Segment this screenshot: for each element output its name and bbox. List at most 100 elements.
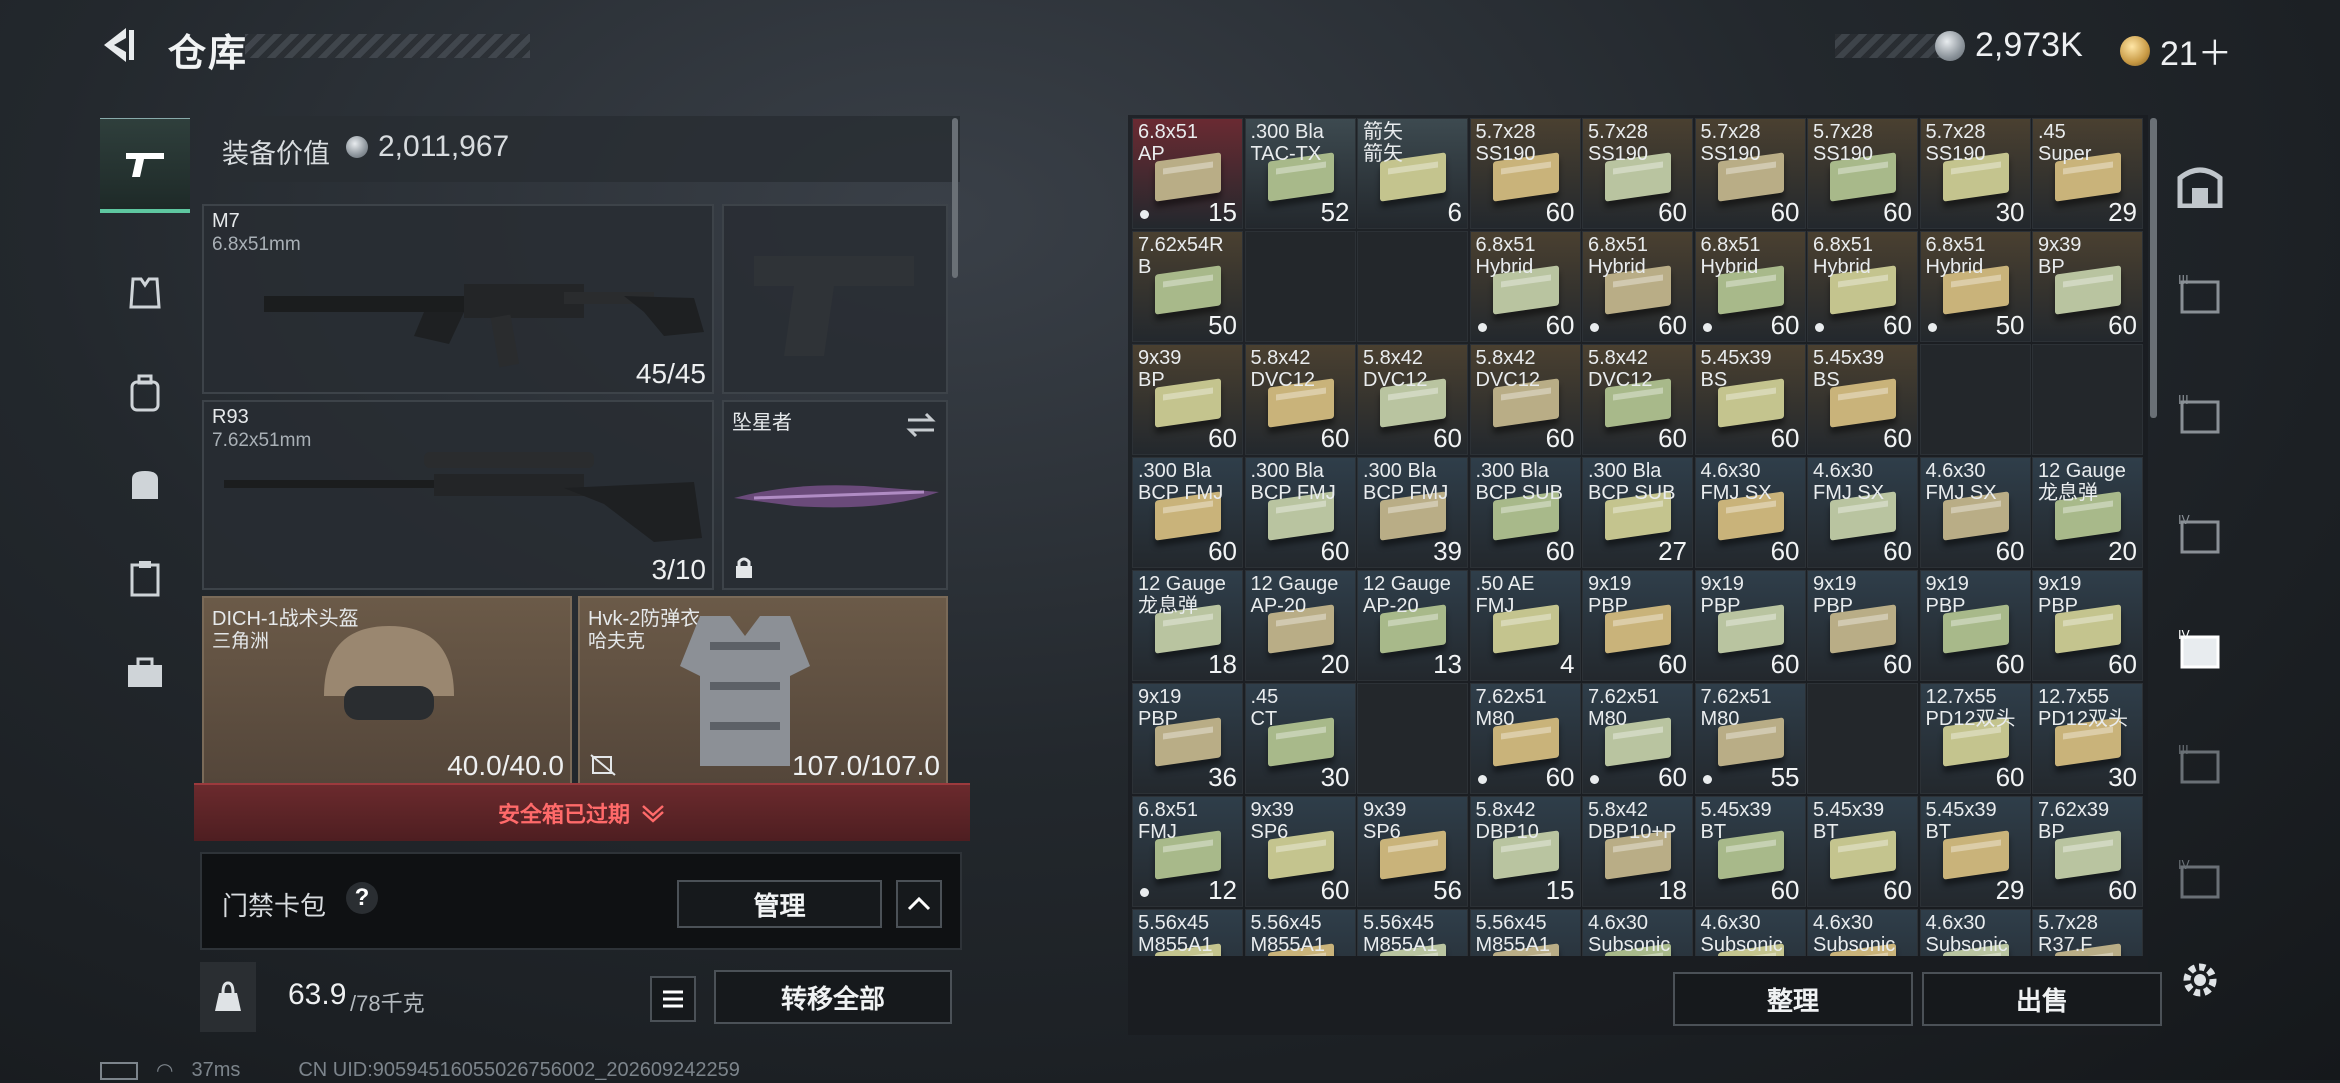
left-scrollbar[interactable] [952, 118, 958, 278]
inventory-item[interactable]: 箭矢 箭矢 6 [1357, 118, 1468, 229]
inventory-item[interactable]: .50 AE FMJ 4 [1469, 570, 1581, 681]
tab-container-4a[interactable]: IV [2170, 505, 2230, 565]
inventory-item[interactable]: 5.45x39 BS 60 [1694, 344, 1806, 455]
tab-container-3c[interactable]: III [2170, 735, 2230, 795]
inventory-item[interactable]: 9x19 PBP 60 [1807, 570, 1918, 681]
inventory-item[interactable]: 9x19 PBP 60 [2032, 570, 2143, 681]
inventory-item[interactable]: 5.8x42 DBP10 15 [1469, 796, 1581, 907]
inventory-item[interactable]: 7.62x51 M80 60 [1582, 683, 1693, 794]
inventory-item[interactable]: 5.7x28 SS190 60 [1807, 118, 1918, 229]
tab-backpack[interactable] [100, 348, 190, 438]
inventory-item[interactable]: 5.8x42 DVC12 60 [1582, 344, 1693, 455]
tab-container-3b[interactable]: III [2170, 385, 2230, 445]
inventory-item[interactable]: 5.7x28 SS190 30 [1919, 118, 2031, 229]
inventory-scrollbar[interactable] [2150, 118, 2157, 418]
empty-slot[interactable] [2032, 344, 2143, 455]
inventory-item[interactable]: 4.6x30 FMJ SX 60 [1807, 457, 1918, 568]
empty-slot[interactable] [1357, 231, 1468, 342]
inventory-item[interactable]: 5.7x28 SS190 60 [1582, 118, 1693, 229]
settings-button[interactable] [2170, 950, 2230, 1010]
inventory-item[interactable]: 5.56x45 M855A1 [1357, 909, 1468, 956]
currency-silver[interactable]: 2,973K [1935, 26, 2083, 65]
inventory-item[interactable]: 5.45x39 BS 60 [1807, 344, 1918, 455]
armor-slot[interactable]: Hvk-2防弹衣 哈夫克 107.0/107.0 [578, 596, 948, 786]
inventory-item[interactable]: 9x39 SP6 56 [1357, 796, 1468, 907]
inventory-item[interactable]: 6.8x51 FMJ 12 [1132, 796, 1243, 907]
inventory-item[interactable]: 12 Gauge AP-20 20 [1244, 570, 1356, 681]
tab-container-4b-active[interactable]: IV [2170, 620, 2230, 680]
inventory-item[interactable]: 7.62x51 M80 55 [1694, 683, 1806, 794]
tab-chest-rig[interactable] [100, 533, 190, 623]
tab-container-3a[interactable]: III [2170, 265, 2230, 325]
tab-case[interactable] [100, 628, 190, 718]
empty-slot[interactable] [1244, 231, 1356, 342]
inventory-item[interactable]: 5.7x28 SS190 60 [1694, 118, 1806, 229]
inventory-item[interactable]: 5.7x28 SS190 60 [1469, 118, 1581, 229]
tab-container-4c[interactable]: IV [2170, 850, 2230, 910]
help-icon[interactable]: ? [346, 882, 378, 914]
inventory-item[interactable]: .45 Super 29 [2032, 118, 2143, 229]
inventory-item[interactable]: 12.7x55 PD12双头 60 [1919, 683, 2031, 794]
inventory-item[interactable]: 5.56x45 M855A1 [1469, 909, 1581, 956]
back-arrow-icon[interactable] [96, 22, 142, 68]
sort-button[interactable]: 整理 [1673, 972, 1913, 1026]
inventory-item[interactable]: 9x19 PBP 36 [1132, 683, 1243, 794]
inventory-item[interactable]: 9x39 BP 60 [1132, 344, 1243, 455]
tab-weapons[interactable] [100, 118, 190, 213]
collapse-button[interactable] [896, 880, 942, 928]
inventory-item[interactable]: 6.8x51 Hybrid 60 [1469, 231, 1581, 342]
inventory-item[interactable]: 5.8x42 DVC12 60 [1244, 344, 1356, 455]
inventory-item[interactable]: 4.6x30 FMJ SX 60 [1919, 457, 2031, 568]
inventory-item[interactable]: 5.7x28 R37.F [2032, 909, 2143, 956]
inventory-item[interactable]: 5.8x42 DBP10+P 18 [1582, 796, 1693, 907]
weapon-slot-pistol-empty[interactable] [722, 204, 948, 394]
list-view-button[interactable] [650, 976, 696, 1022]
inventory-item[interactable]: 5.45x39 BT 60 [1807, 796, 1918, 907]
inventory-item[interactable]: 6.8x51 Hybrid 60 [1807, 231, 1918, 342]
inventory-item[interactable]: .300 Bla BCP FMJ 39 [1357, 457, 1468, 568]
inventory-item[interactable]: 5.45x39 BT 29 [1919, 796, 2031, 907]
manage-button[interactable]: 管理 [677, 880, 882, 928]
inventory-item[interactable]: 5.8x42 DVC12 60 [1469, 344, 1581, 455]
weapon-slot-secondary[interactable]: R93 7.62x51mm 3/10 [202, 400, 714, 590]
inventory-item[interactable]: 12.7x55 PD12双头 30 [2032, 683, 2143, 794]
inventory-item[interactable]: 6.8x51 AP 15 [1132, 118, 1243, 229]
inventory-item[interactable]: 9x19 PBP 60 [1582, 570, 1693, 681]
inventory-item[interactable]: 4.6x30 Subsonic [1919, 909, 2031, 956]
inventory-item[interactable]: 4.6x30 Subsonic [1694, 909, 1806, 956]
melee-slot[interactable]: 坠星者 [722, 400, 948, 590]
inventory-item[interactable]: 7.62x54R B 50 [1132, 231, 1243, 342]
safe-box-expired-banner[interactable]: 安全箱已过期 [194, 783, 970, 841]
transfer-all-button[interactable]: 转移全部 [714, 970, 952, 1024]
inventory-item[interactable]: 5.56x45 M855A1 [1244, 909, 1356, 956]
tab-armor[interactable] [100, 248, 190, 338]
inventory-item[interactable]: .300 Bla BCP SUB 27 [1582, 457, 1693, 568]
inventory-item[interactable]: .300 Bla BCP FMJ 60 [1244, 457, 1356, 568]
inventory-item[interactable]: .300 Bla TAC-TX 52 [1244, 118, 1356, 229]
weapon-slot-primary[interactable]: M7 6.8x51mm 45/45 [202, 204, 714, 394]
inventory-item[interactable]: 6.8x51 Hybrid 50 [1919, 231, 2031, 342]
inventory-item[interactable]: 5.56x45 M855A1 [1132, 909, 1243, 956]
inventory-item[interactable]: 9x19 PBP 60 [1694, 570, 1806, 681]
empty-slot[interactable] [1357, 683, 1468, 794]
currency-gold[interactable]: 21＋ [2120, 26, 2232, 75]
inventory-item[interactable]: 4.6x30 Subsonic [1582, 909, 1693, 956]
inventory-item[interactable]: 12 Gauge AP-20 13 [1357, 570, 1468, 681]
inventory-item[interactable]: 4.6x30 Subsonic [1807, 909, 1918, 956]
inventory-item[interactable]: 7.62x39 BP 60 [2032, 796, 2143, 907]
inventory-item[interactable]: 6.8x51 Hybrid 60 [1582, 231, 1693, 342]
empty-slot[interactable] [1807, 683, 1918, 794]
inventory-item[interactable]: 5.8x42 DVC12 60 [1357, 344, 1468, 455]
inventory-item[interactable]: 4.6x30 FMJ SX 60 [1694, 457, 1806, 568]
inventory-item[interactable]: 9x19 PBP 60 [1919, 570, 2031, 681]
inventory-item[interactable]: 9x39 SP6 60 [1244, 796, 1356, 907]
inventory-item[interactable]: 9x39 BP 60 [2032, 231, 2143, 342]
inventory-item[interactable]: .300 Bla BCP SUB 60 [1469, 457, 1581, 568]
tab-bag[interactable] [100, 438, 190, 528]
helmet-slot[interactable]: DICH-1战术头盔 三角洲 40.0/40.0 [202, 596, 572, 786]
tab-stash[interactable] [2170, 155, 2230, 215]
empty-slot[interactable] [1919, 344, 2031, 455]
inventory-item[interactable]: 12 Gauge 龙息弹 18 [1132, 570, 1243, 681]
inventory-item[interactable]: .45 CT 30 [1244, 683, 1356, 794]
swap-icon[interactable] [904, 412, 938, 438]
